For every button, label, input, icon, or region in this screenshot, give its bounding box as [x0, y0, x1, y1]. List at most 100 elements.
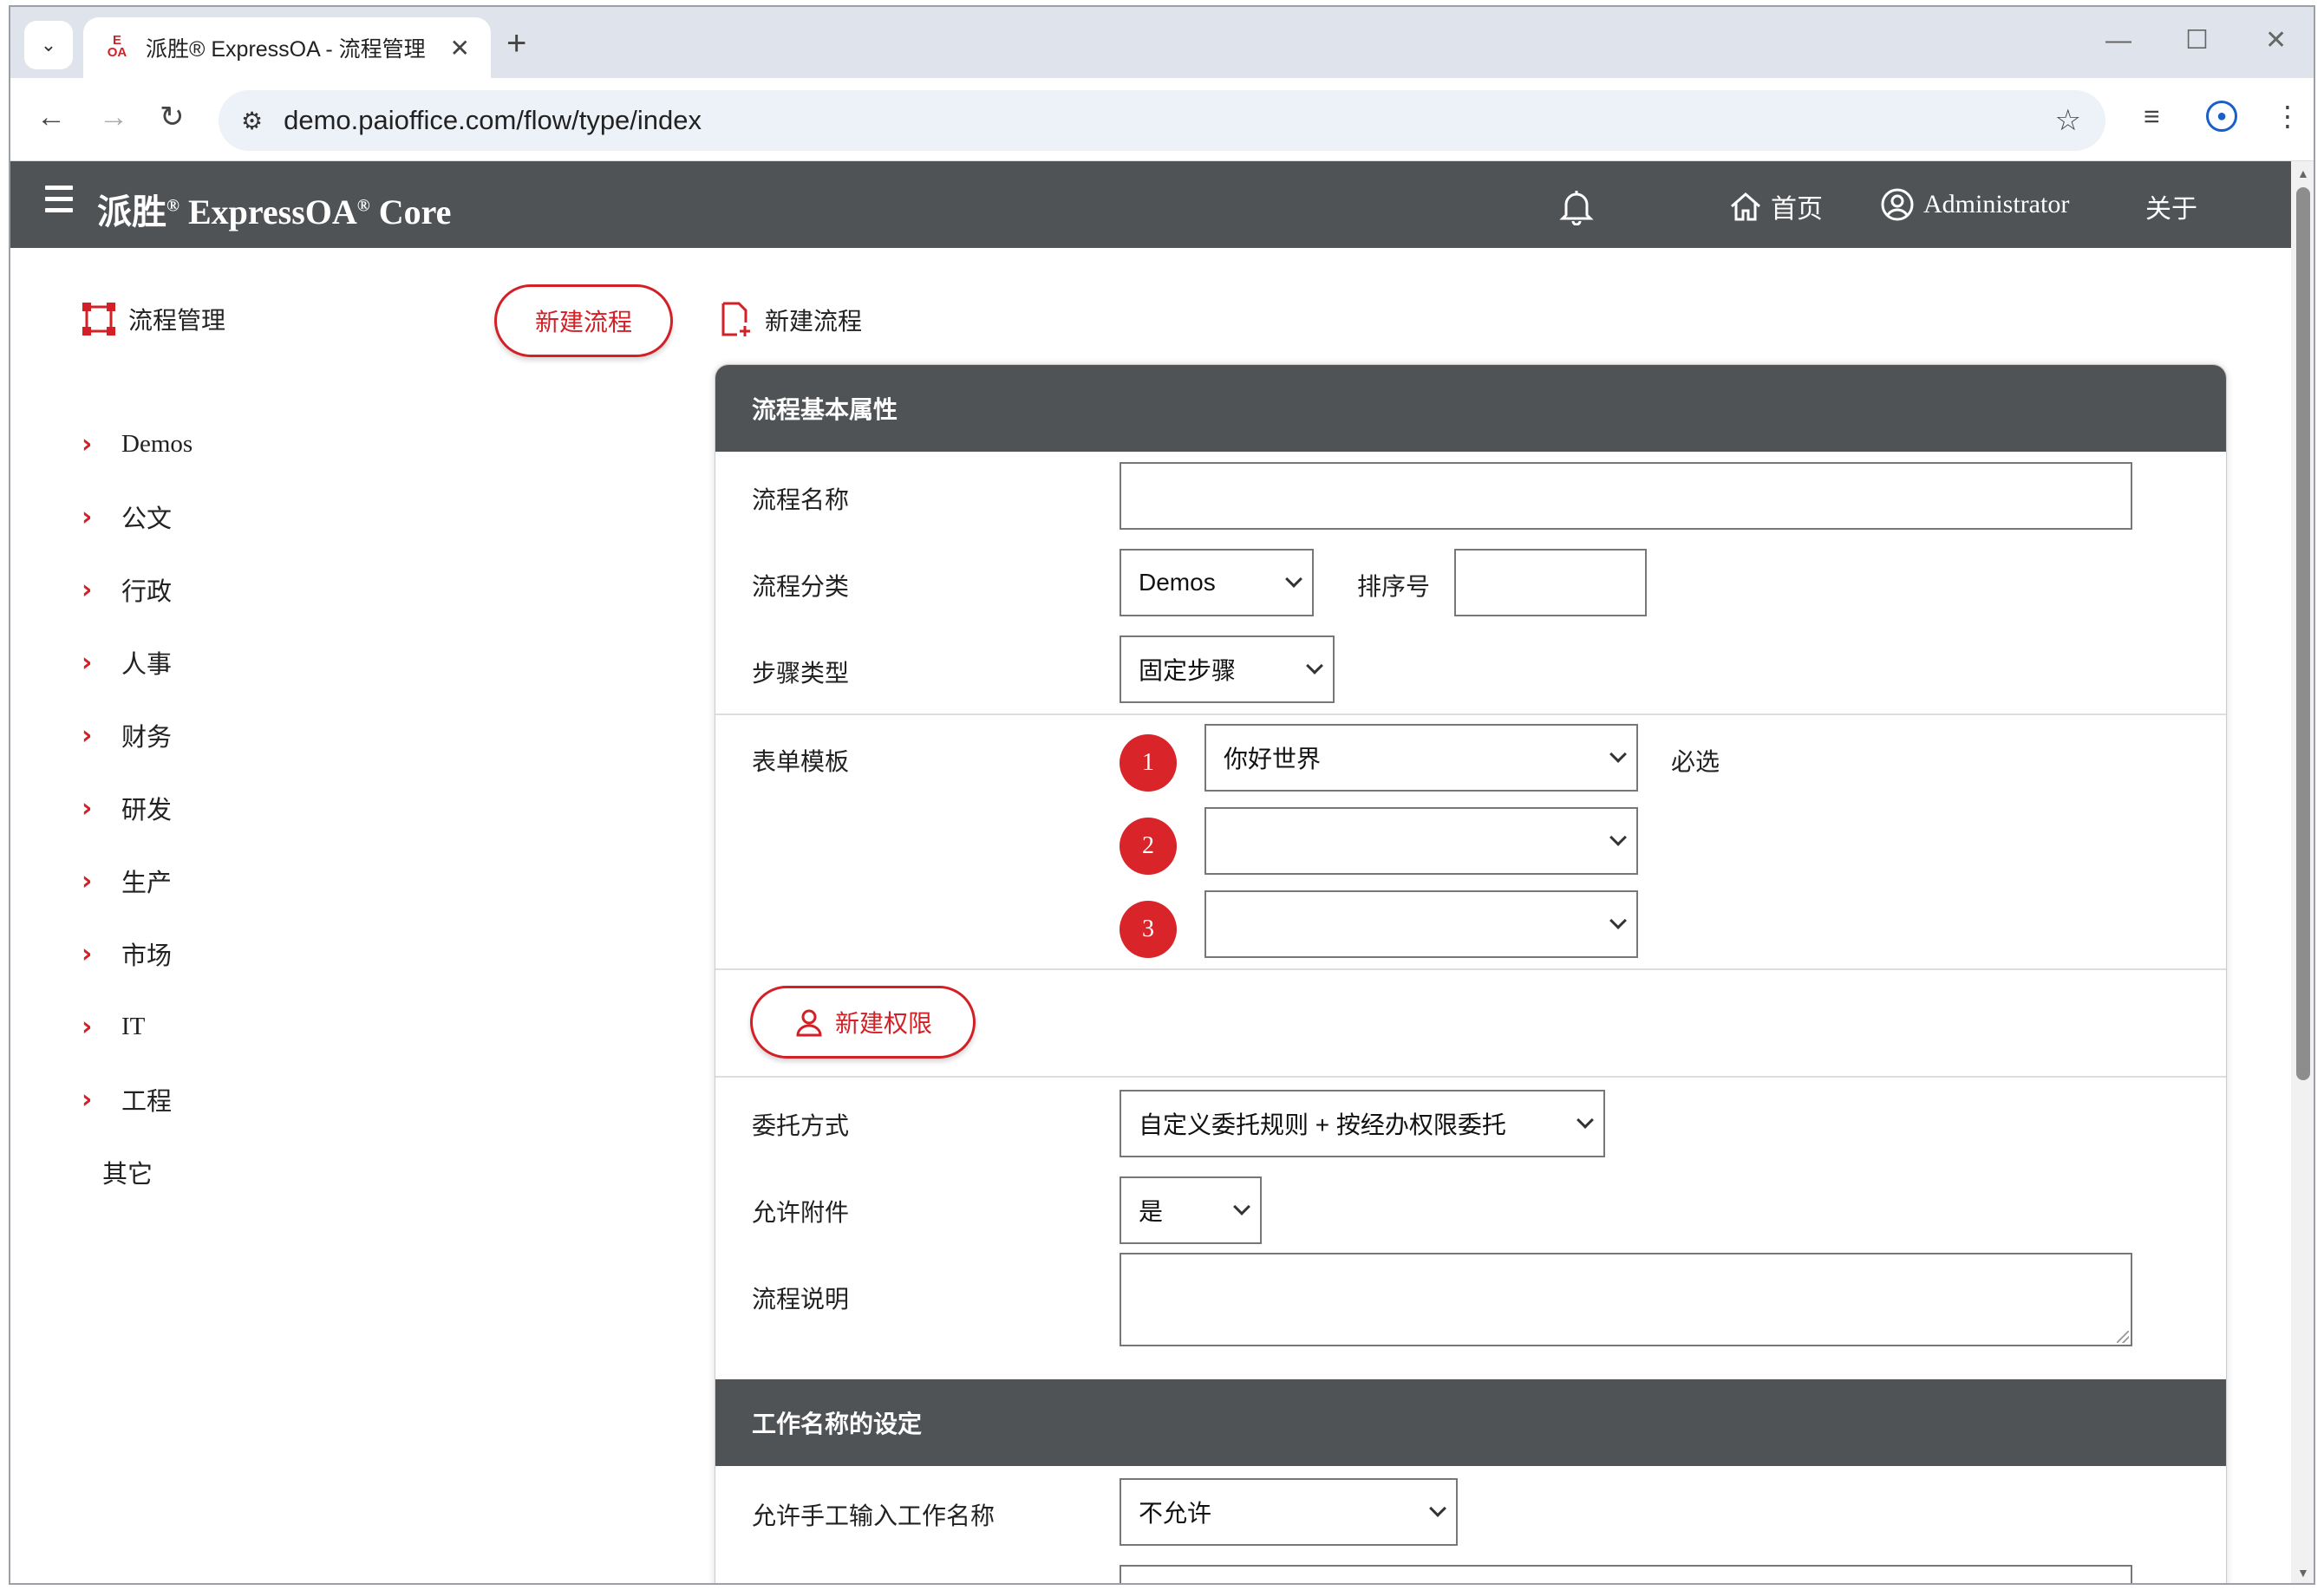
page-title-label: 新建流程 [765, 309, 863, 336]
tab-strip: ⌄ E OA 派胜® ExpressOA - 流程管理 ✕ + — ☐ ✕ [10, 7, 2314, 78]
step-type-select[interactable]: 固定步骤 [1120, 635, 1335, 703]
order-input[interactable] [1454, 549, 1647, 616]
category-item-market[interactable]: › 市场 [82, 917, 193, 990]
divider [715, 714, 2226, 715]
section-heading-work-name: 工作名称的设定 [715, 1379, 2226, 1466]
flow-category-select[interactable]: Demos [1120, 549, 1314, 616]
home-link[interactable]: 首页 [1729, 187, 1823, 225]
category-item-demos[interactable]: › Demos [82, 407, 193, 480]
new-permission-button[interactable]: 新建权限 [750, 986, 976, 1059]
sidebar-title-label: 流程管理 [128, 308, 226, 335]
chevron-down-icon [1609, 912, 1627, 929]
sidebar-title: 流程管理 [82, 302, 225, 336]
new-tab-button[interactable]: + [506, 26, 526, 61]
category-item-other[interactable]: 其它 [82, 1136, 193, 1209]
browser-tab[interactable]: E OA 派胜® ExpressOA - 流程管理 ✕ [83, 17, 491, 78]
category-label: 其它 [102, 1161, 153, 1189]
chevron-right-icon: › [82, 1011, 93, 1042]
brand-mark: ® [166, 196, 180, 216]
category-item-production[interactable]: › 生产 [82, 844, 193, 917]
category-label: 财务 [121, 724, 173, 752]
description-label: 流程说明 [752, 1287, 850, 1313]
delegate-label: 委托方式 [752, 1113, 850, 1140]
profile-icon[interactable]: ● [2206, 101, 2237, 132]
close-window-icon[interactable]: ✕ [2265, 28, 2287, 54]
category-item-engineering[interactable]: › 工程 [82, 1063, 193, 1136]
chevron-down-icon [1233, 1198, 1250, 1215]
scroll-down-icon[interactable]: ▼ [2297, 1566, 2309, 1580]
category-label: IT [121, 1012, 146, 1040]
page-scrollbar[interactable]: ▲ ▼ [2291, 161, 2314, 1583]
step-type-label: 步骤类型 [752, 661, 850, 687]
favicon-icon: E OA [107, 33, 127, 60]
brand-mark-2: ® [356, 196, 370, 216]
attachment-select[interactable]: 是 [1120, 1176, 1262, 1244]
tab-search-button[interactable]: ⌄ [24, 21, 73, 69]
reload-icon[interactable]: ↻ [160, 102, 185, 132]
brand-name: 派胜 [97, 192, 166, 231]
about-label: 关于 [2145, 195, 2197, 224]
new-flow-button[interactable]: 新建流程 [494, 284, 673, 357]
address-bar[interactable]: ⚙ demo.paioffice.com/flow/type/index ☆ [219, 90, 2105, 151]
media-control-icon[interactable]: ≡ [2144, 101, 2160, 132]
chevron-down-icon [1429, 1500, 1446, 1517]
url-text[interactable]: demo.paioffice.com/flow/type/index [284, 105, 2054, 136]
forward-arrow-icon[interactable]: → [99, 102, 128, 132]
page-title: 新建流程 [720, 302, 862, 338]
next-input[interactable] [1120, 1565, 2132, 1583]
form-template-select-3[interactable] [1204, 890, 1638, 958]
divider [715, 968, 2226, 970]
chevron-right-icon: › [82, 720, 93, 751]
template-index-badge: 2 [1120, 818, 1177, 875]
back-arrow-icon[interactable]: ← [36, 102, 66, 132]
maximize-icon[interactable]: ☐ [2185, 28, 2209, 54]
category-item-it[interactable]: › IT [82, 990, 193, 1063]
chevron-down-icon: ⌄ [40, 34, 57, 55]
browser-window: ⌄ E OA 派胜® ExpressOA - 流程管理 ✕ + — ☐ ✕ ← →… [9, 5, 2315, 1585]
chevron-down-icon [1577, 1111, 1594, 1129]
chevron-right-icon: › [82, 1084, 93, 1115]
form-template-select-2[interactable] [1204, 807, 1638, 875]
category-item-official-docs[interactable]: › 公文 [82, 480, 193, 553]
chevron-down-icon [1609, 746, 1627, 763]
category-item-hr[interactable]: › 人事 [82, 626, 193, 699]
description-textarea[interactable] [1120, 1253, 2132, 1346]
step-type-value: 固定步骤 [1139, 657, 1237, 684]
flow-name-label: 流程名称 [752, 487, 850, 514]
scroll-up-icon[interactable]: ▲ [2297, 166, 2309, 180]
close-tab-icon[interactable]: ✕ [450, 34, 470, 62]
template-index-badge: 3 [1120, 901, 1177, 958]
bell-icon[interactable] [1559, 187, 1594, 225]
form-template-select-1[interactable]: 你好世界 [1204, 724, 1638, 792]
category-item-rnd[interactable]: › 研发 [82, 772, 193, 844]
scroll-thumb[interactable] [2296, 187, 2310, 1080]
form-template-label: 表单模板 [752, 749, 850, 776]
chevron-right-icon: › [82, 428, 93, 459]
category-label: 公文 [121, 505, 173, 533]
site-info-icon[interactable]: ⚙ [241, 107, 263, 135]
delegate-select[interactable]: 自定义委托规则 + 按经办权限委托 [1120, 1090, 1605, 1157]
chevron-right-icon: › [82, 647, 93, 678]
manual-name-value: 不允许 [1139, 1500, 1212, 1527]
hamburger-menu-icon[interactable] [45, 186, 73, 220]
chevron-right-icon: › [82, 501, 93, 532]
flow-name-input[interactable] [1120, 462, 2132, 530]
section-heading-basic: 流程基本属性 [715, 365, 2226, 452]
bookmark-star-icon[interactable]: ☆ [2055, 103, 2081, 138]
manual-name-select[interactable]: 不允许 [1120, 1478, 1458, 1546]
chevron-right-icon: › [82, 792, 93, 824]
category-label: 市场 [121, 942, 173, 970]
resize-grip-icon[interactable] [2117, 1331, 2129, 1343]
template-index-badge: 1 [1120, 734, 1177, 792]
new-permission-label: 新建权限 [834, 1010, 932, 1037]
about-link[interactable]: 关于 [2145, 187, 2197, 225]
menu-dots-icon[interactable]: ⋮ [2274, 101, 2301, 132]
chevron-right-icon: › [82, 574, 93, 605]
user-link[interactable]: Administrator [1880, 187, 2069, 222]
minimize-icon[interactable]: — [2105, 28, 2131, 54]
category-label: 人事 [121, 651, 173, 679]
chevron-right-icon: › [82, 938, 93, 969]
category-item-admin[interactable]: › 行政 [82, 553, 193, 626]
brand-logo[interactable]: 派胜® ExpressOA® Core [97, 184, 451, 234]
category-item-finance[interactable]: › 财务 [82, 699, 193, 772]
